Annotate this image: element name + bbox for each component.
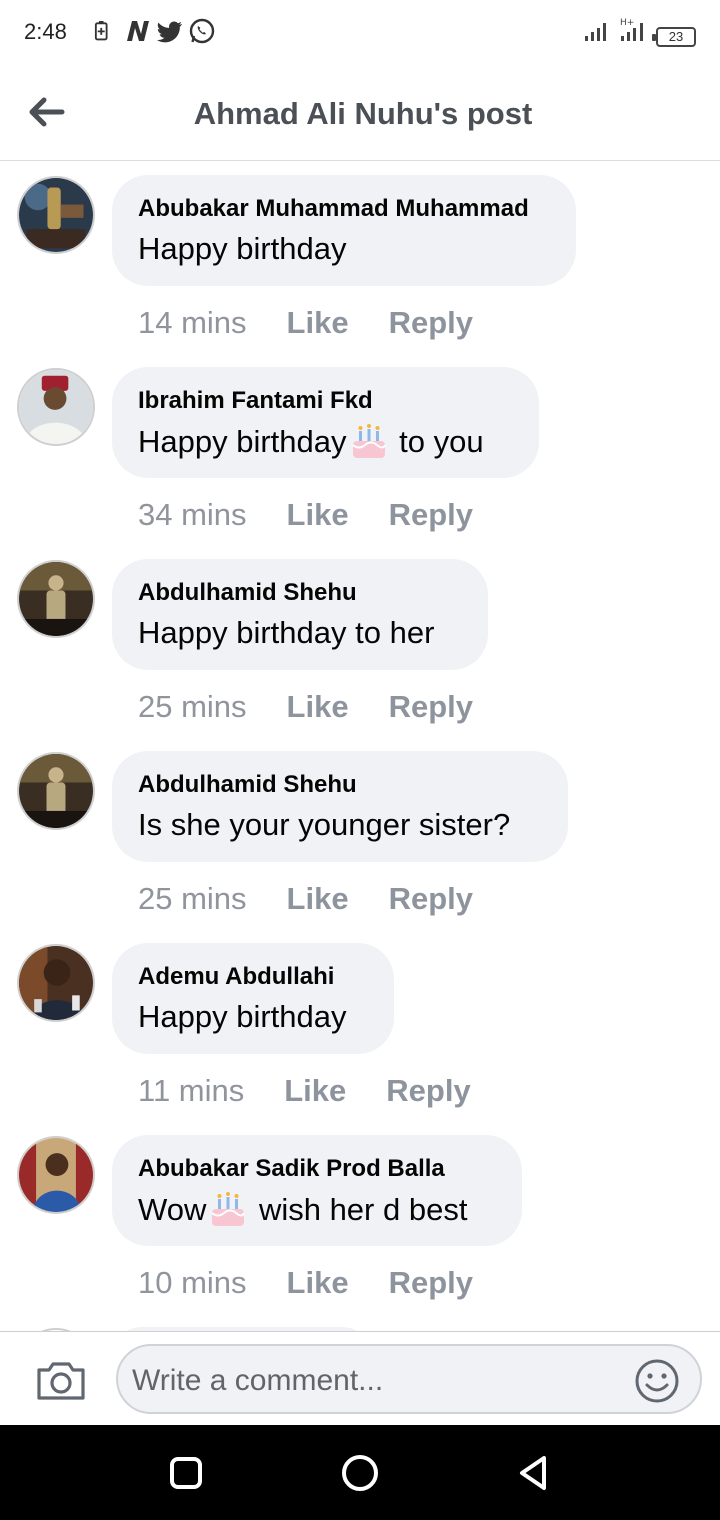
comment-bubble[interactable]: Ademu Abdullahi Happy birthday	[112, 943, 394, 1054]
comment-item: Ademu Abdullahi Happy birthday 11 mins L…	[0, 929, 720, 1121]
comment-text: Happy birthday to you	[138, 423, 513, 461]
comment-time: 11 mins	[138, 1073, 245, 1108]
comment-composer: Write a comment...	[0, 1331, 720, 1425]
comment-actions: 14 mins Like Reply	[138, 305, 473, 341]
comment-text: Wow wish her d best	[138, 1191, 496, 1229]
status-time: 2:48	[24, 19, 67, 44]
battery-saver-icon	[92, 17, 118, 45]
comment-item-partial	[0, 1313, 720, 1331]
comment-actions: 25 mins Like Reply	[138, 689, 473, 725]
status-bar: 2:48 H+ 23	[0, 0, 720, 64]
recents-square-icon	[170, 1457, 202, 1489]
signal-icon	[584, 20, 610, 47]
battery-icon: 23	[652, 27, 696, 47]
comment-item: Abdulhamid Shehu Happy birthday to her 2…	[0, 545, 720, 737]
notification-icons	[92, 17, 215, 45]
comment-author[interactable]: Abdulhamid Shehu	[138, 579, 462, 607]
comment-bubble[interactable]: Abdulhamid Shehu Happy birthday to her	[112, 559, 488, 670]
avatar[interactable]	[17, 560, 95, 638]
comment-time: 34 mins	[138, 497, 247, 532]
reply-button[interactable]: Reply	[389, 881, 473, 917]
reply-button[interactable]: Reply	[389, 1265, 473, 1301]
avatar[interactable]	[17, 752, 95, 830]
like-button[interactable]: Like	[287, 305, 349, 341]
twitter-icon	[156, 17, 182, 45]
recents-button[interactable]	[166, 1453, 206, 1493]
like-button[interactable]: Like	[284, 1073, 346, 1109]
comment-time: 25 mins	[138, 881, 247, 916]
comment-input-placeholder: Write a comment...	[132, 1364, 384, 1397]
like-button[interactable]: Like	[287, 689, 349, 725]
comment-text-main: Wow	[138, 1192, 207, 1227]
reply-button[interactable]: Reply	[389, 689, 473, 725]
signal-hplus-icon: H+	[618, 16, 648, 47]
comment-text: Is she your younger sister?	[138, 807, 542, 843]
comment-item: Abubakar Muhammad Muhammad Happy birthda…	[0, 161, 720, 353]
comment-bubble[interactable]: Abubakar Muhammad Muhammad Happy birthda…	[112, 175, 576, 286]
emoji-button[interactable]	[634, 1358, 680, 1404]
camera-icon	[37, 1362, 85, 1400]
system-indicators: H+ 23	[584, 16, 696, 47]
comment-author[interactable]: Abubakar Sadik Prod Balla	[138, 1155, 496, 1183]
comment-author[interactable]: Abubakar Muhammad Muhammad	[138, 195, 550, 223]
like-button[interactable]: Like	[287, 497, 349, 533]
comment-text-tail: wish her d best	[250, 1192, 468, 1227]
post-header: Ahmad Ali Nuhu's post	[0, 64, 720, 161]
camera-button[interactable]	[34, 1356, 88, 1404]
home-circle-icon	[342, 1455, 378, 1491]
comment-author[interactable]: Ademu Abdullahi	[138, 963, 368, 991]
reply-button[interactable]: Reply	[389, 497, 473, 533]
back-nav-button[interactable]	[514, 1453, 554, 1493]
comment-time: 10 mins	[138, 1265, 247, 1300]
comment-author[interactable]: Abdulhamid Shehu	[138, 771, 542, 799]
whatsapp-icon	[188, 17, 215, 45]
like-button[interactable]: Like	[287, 1265, 349, 1301]
comment-bubble[interactable]: Ibrahim Fantami Fkd Happy birthday to yo…	[112, 367, 539, 478]
avatar[interactable]	[17, 176, 95, 254]
comment-text: Happy birthday to her	[138, 615, 462, 651]
comment-input[interactable]: Write a comment...	[116, 1344, 702, 1414]
comment-actions: 34 mins Like Reply	[138, 497, 473, 533]
page-title: Ahmad Ali Nuhu's post	[193, 96, 533, 131]
comment-bubble[interactable]: Abdulhamid Shehu Is she your younger sis…	[112, 751, 568, 862]
system-navbar	[0, 1425, 720, 1520]
comment-time: 25 mins	[138, 689, 247, 724]
reply-button[interactable]: Reply	[389, 305, 473, 341]
comment-text: Happy birthday	[138, 999, 368, 1035]
back-triangle-icon	[520, 1456, 546, 1490]
home-button[interactable]	[340, 1453, 380, 1493]
smiley-icon	[635, 1359, 679, 1403]
comment-item: Abdulhamid Shehu Is she your younger sis…	[0, 737, 720, 929]
comment-text-main: Is she your younger sister?	[138, 807, 511, 842]
birthday-cake-emoji	[349, 423, 389, 461]
birthday-cake-emoji	[208, 1191, 248, 1229]
comment-actions: 10 mins Like Reply	[138, 1265, 473, 1301]
comment-item: Abubakar Sadik Prod Balla Wow wish her d…	[0, 1121, 720, 1313]
n-app-icon	[124, 17, 150, 45]
avatar[interactable]	[17, 368, 95, 446]
avatar[interactable]	[17, 1136, 95, 1214]
comment-text-main: Happy birthday	[138, 999, 347, 1034]
reply-button[interactable]: Reply	[386, 1073, 470, 1109]
comment-text: Happy birthday	[138, 231, 550, 267]
comment-text-tail: to you	[390, 424, 484, 459]
comment-text-main: Happy birthday	[138, 424, 347, 459]
svg-text:H+: H+	[620, 18, 634, 28]
comment-item: Ibrahim Fantami Fkd Happy birthday to yo…	[0, 353, 720, 545]
like-button[interactable]: Like	[287, 881, 349, 917]
comment-actions: 25 mins Like Reply	[138, 881, 473, 917]
comment-text-main: Happy birthday	[138, 231, 347, 266]
comment-bubble[interactable]: Abubakar Sadik Prod Balla Wow wish her d…	[112, 1135, 522, 1246]
comment-text-main: Happy birthday to her	[138, 615, 435, 650]
comment-actions: 11 mins Like Reply	[138, 1073, 471, 1109]
comment-time: 14 mins	[138, 305, 247, 340]
avatar[interactable]	[17, 944, 95, 1022]
comments-list: Abubakar Muhammad Muhammad Happy birthda…	[0, 161, 720, 1331]
comment-author[interactable]: Ibrahim Fantami Fkd	[138, 387, 513, 415]
